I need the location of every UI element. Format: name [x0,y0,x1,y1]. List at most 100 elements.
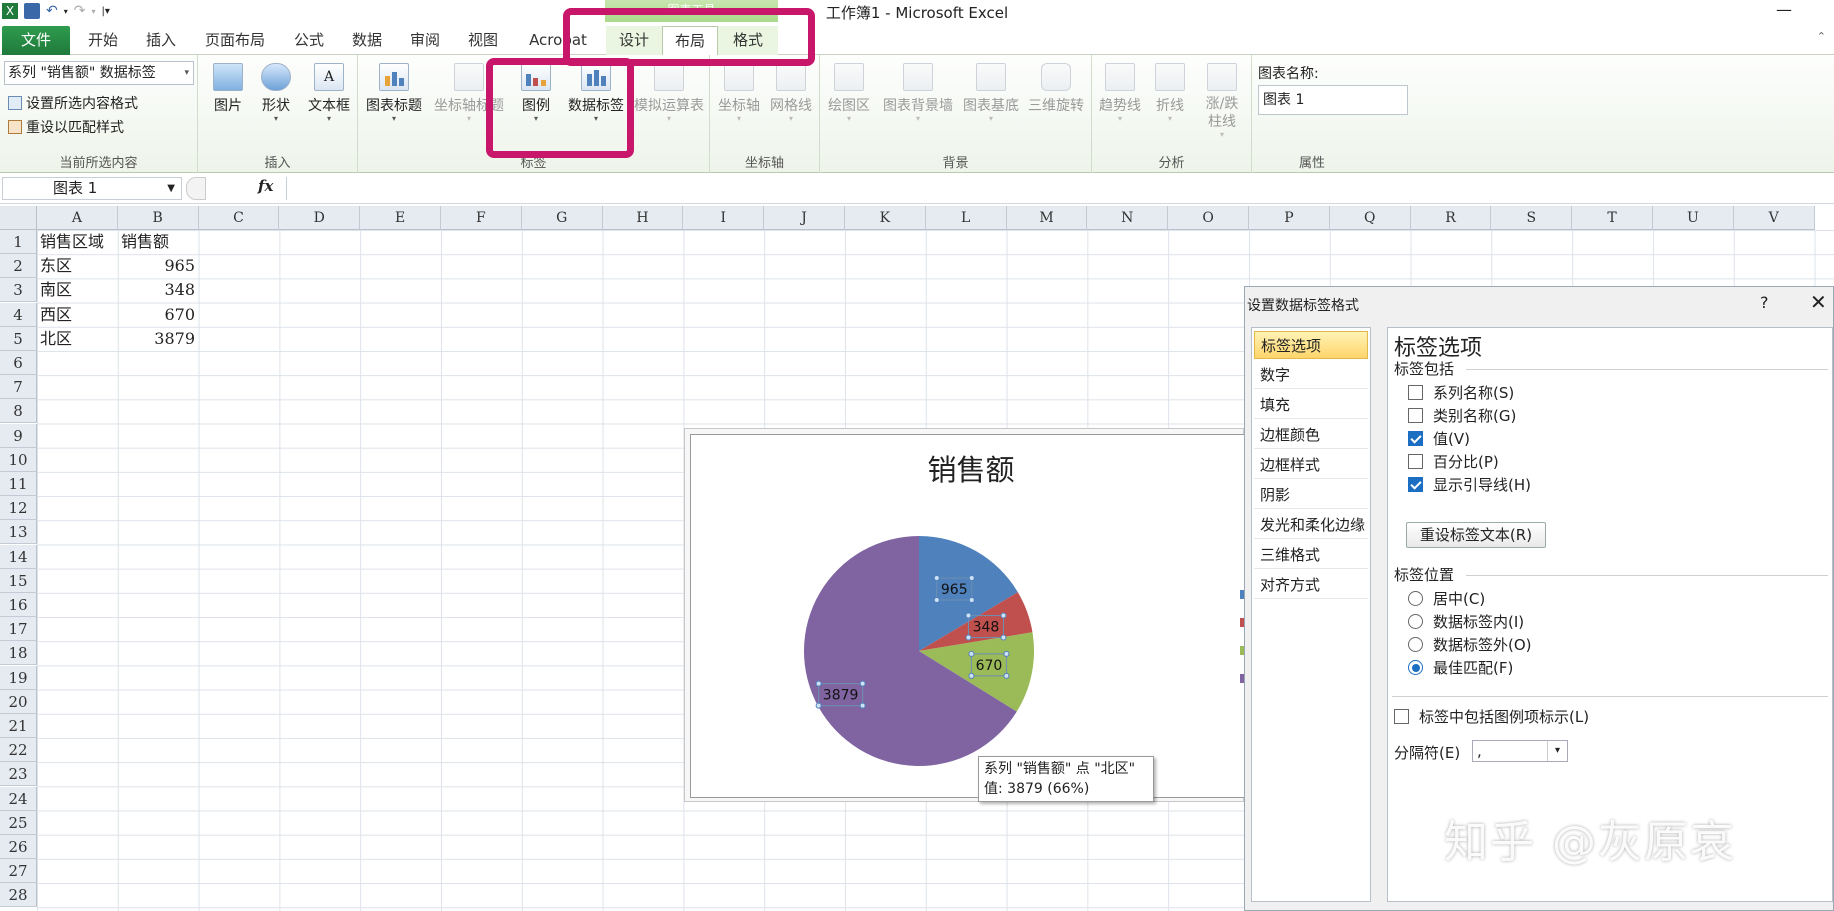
row-header-9[interactable]: 9 [0,423,37,448]
column-header-t[interactable]: T [1572,206,1653,230]
insert-picture-button[interactable]: 图片 [208,63,248,115]
column-header-i[interactable]: I [683,206,765,230]
radio-outside-end[interactable]: 数据标签外(O) [1408,634,1532,655]
column-header-j[interactable]: J [764,206,845,230]
row-header-22[interactable]: 22 [0,738,37,763]
row-header-25[interactable]: 25 [0,810,37,835]
nav-alignment[interactable]: 对齐方式 [1254,571,1368,599]
minimize-button[interactable]: — [1774,0,1794,20]
row-header-23[interactable]: 23 [0,762,37,787]
data-label-1[interactable]: 965 [941,582,968,598]
checkbox-series-name[interactable]: 系列名称(S) [1408,382,1514,403]
row-header-11[interactable]: 11 [0,472,37,496]
data-label-4[interactable]: 3879 [823,688,859,704]
nav-label-options[interactable]: 标签选项 [1254,331,1368,359]
formula-input[interactable] [286,177,1832,200]
cell-a3[interactable]: 南区 [37,278,117,302]
column-header-s[interactable]: S [1491,206,1573,230]
nav-shadow[interactable]: 阴影 [1254,481,1368,509]
updown-bars-button[interactable]: 涨/跌柱线 ▾ [1196,63,1248,139]
format-selection-button[interactable]: 设置所选内容格式 [8,93,138,113]
column-header-v[interactable]: V [1733,206,1815,230]
collapse-ribbon-icon[interactable]: ⌃ [1817,30,1826,43]
column-header-e[interactable]: E [360,206,441,230]
formula-bar-handle[interactable] [186,177,206,200]
selection-handle[interactable] [1003,650,1010,657]
nav-border-style[interactable]: 边框样式 [1254,451,1368,479]
cell-b5[interactable]: 3879 [118,327,198,351]
tab-review[interactable]: 审阅 [398,26,452,55]
selection-handle[interactable] [968,597,975,604]
checkbox-value[interactable]: 值(V) [1408,428,1470,449]
pie-chart[interactable]: 销售额 965 348 670 3879 [690,434,1250,798]
checkbox-include-legend-key[interactable]: 标签中包括图例项标示(L) [1394,706,1589,727]
cell-a5[interactable]: 北区 [37,327,117,351]
column-header-n[interactable]: N [1087,206,1169,230]
trendline-button[interactable]: 趋势线 ▾ [1094,63,1146,123]
lines-button[interactable]: 折线 ▾ [1146,63,1194,123]
radio-center[interactable]: 居中(C) [1408,588,1485,609]
column-header-l[interactable]: L [925,206,1007,230]
row-header-18[interactable]: 18 [0,641,37,666]
nav-3d-format[interactable]: 三维格式 [1254,541,1368,569]
column-header-m[interactable]: M [1006,206,1088,230]
selection-handle[interactable] [965,612,972,619]
selection-handle[interactable] [1003,672,1010,679]
selection-handle[interactable] [933,575,940,582]
tab-view[interactable]: 视图 [456,26,510,55]
row-header-6[interactable]: 6 [0,351,37,375]
row-header-4[interactable]: 4 [0,302,37,327]
customize-qat-icon[interactable]: |▾ [102,6,110,17]
selection-handle[interactable] [968,575,975,582]
selection-handle[interactable] [859,702,866,709]
column-header-q[interactable]: Q [1329,206,1411,230]
checkbox-percentage[interactable]: 百分比(P) [1408,451,1499,472]
column-header-k[interactable]: K [845,206,926,230]
row-header-27[interactable]: 27 [0,859,37,884]
selection-handle[interactable] [933,597,940,604]
name-box[interactable]: 图表 1 ▼ [2,177,182,200]
tab-insert[interactable]: 插入 [134,26,188,55]
column-header-b[interactable]: B [117,206,199,230]
cell-b2[interactable]: 965 [118,254,198,278]
data-table-button[interactable]: 模拟运算表 ▾ [630,63,708,123]
nav-glow-soft-edges[interactable]: 发光和柔化边缘 [1254,511,1368,539]
cell-a4[interactable]: 西区 [37,303,117,327]
cell-a2[interactable]: 东区 [37,254,117,278]
chart-name-input[interactable]: 图表 1 [1258,85,1408,115]
gridlines-button[interactable]: 网格线 ▾ [766,63,816,123]
redo-icon[interactable]: ↷ [74,3,86,19]
cell-b4[interactable]: 670 [118,303,198,327]
row-header-26[interactable]: 26 [0,835,37,859]
data-label-2[interactable]: 348 [973,620,1000,636]
checkbox-category-name[interactable]: 类别名称(G) [1408,405,1516,426]
tab-formulas[interactable]: 公式 [282,26,336,55]
3d-rotation-button[interactable]: 三维旋转 [1022,63,1090,115]
chart-wall-button[interactable]: 图表背景墙 ▾ [876,63,960,123]
column-header-r[interactable]: R [1410,206,1492,230]
row-header-20[interactable]: 20 [0,689,37,714]
close-icon[interactable]: ✕ [1810,290,1827,314]
row-header-28[interactable]: 28 [0,883,37,908]
undo-icon[interactable]: ↶ [46,3,58,19]
column-header-a[interactable]: A [37,206,118,230]
reset-style-button[interactable]: 重设以匹配样式 [8,117,124,137]
insert-function-icon[interactable]: fx [258,177,273,195]
separator-select[interactable]: , ▾ [1472,740,1568,762]
column-header-g[interactable]: G [521,206,603,230]
row-header-15[interactable]: 15 [0,568,37,593]
column-header-p[interactable]: P [1249,206,1330,230]
data-label-3[interactable]: 670 [976,658,1003,674]
selection-handle[interactable] [965,634,972,641]
redo-dropdown-icon[interactable]: ▾ [91,7,95,16]
tab-file[interactable]: 文件 [2,26,70,55]
tab-page-layout[interactable]: 页面布局 [192,26,278,55]
column-header-u[interactable]: U [1653,206,1734,230]
row-header-1[interactable]: 1 [0,230,37,254]
row-header-21[interactable]: 21 [0,714,37,738]
row-header-5[interactable]: 5 [0,326,37,351]
row-header-19[interactable]: 19 [0,665,37,690]
row-header-24[interactable]: 24 [0,786,37,811]
selection-handle[interactable] [1000,634,1007,641]
selection-handle[interactable] [968,672,975,679]
